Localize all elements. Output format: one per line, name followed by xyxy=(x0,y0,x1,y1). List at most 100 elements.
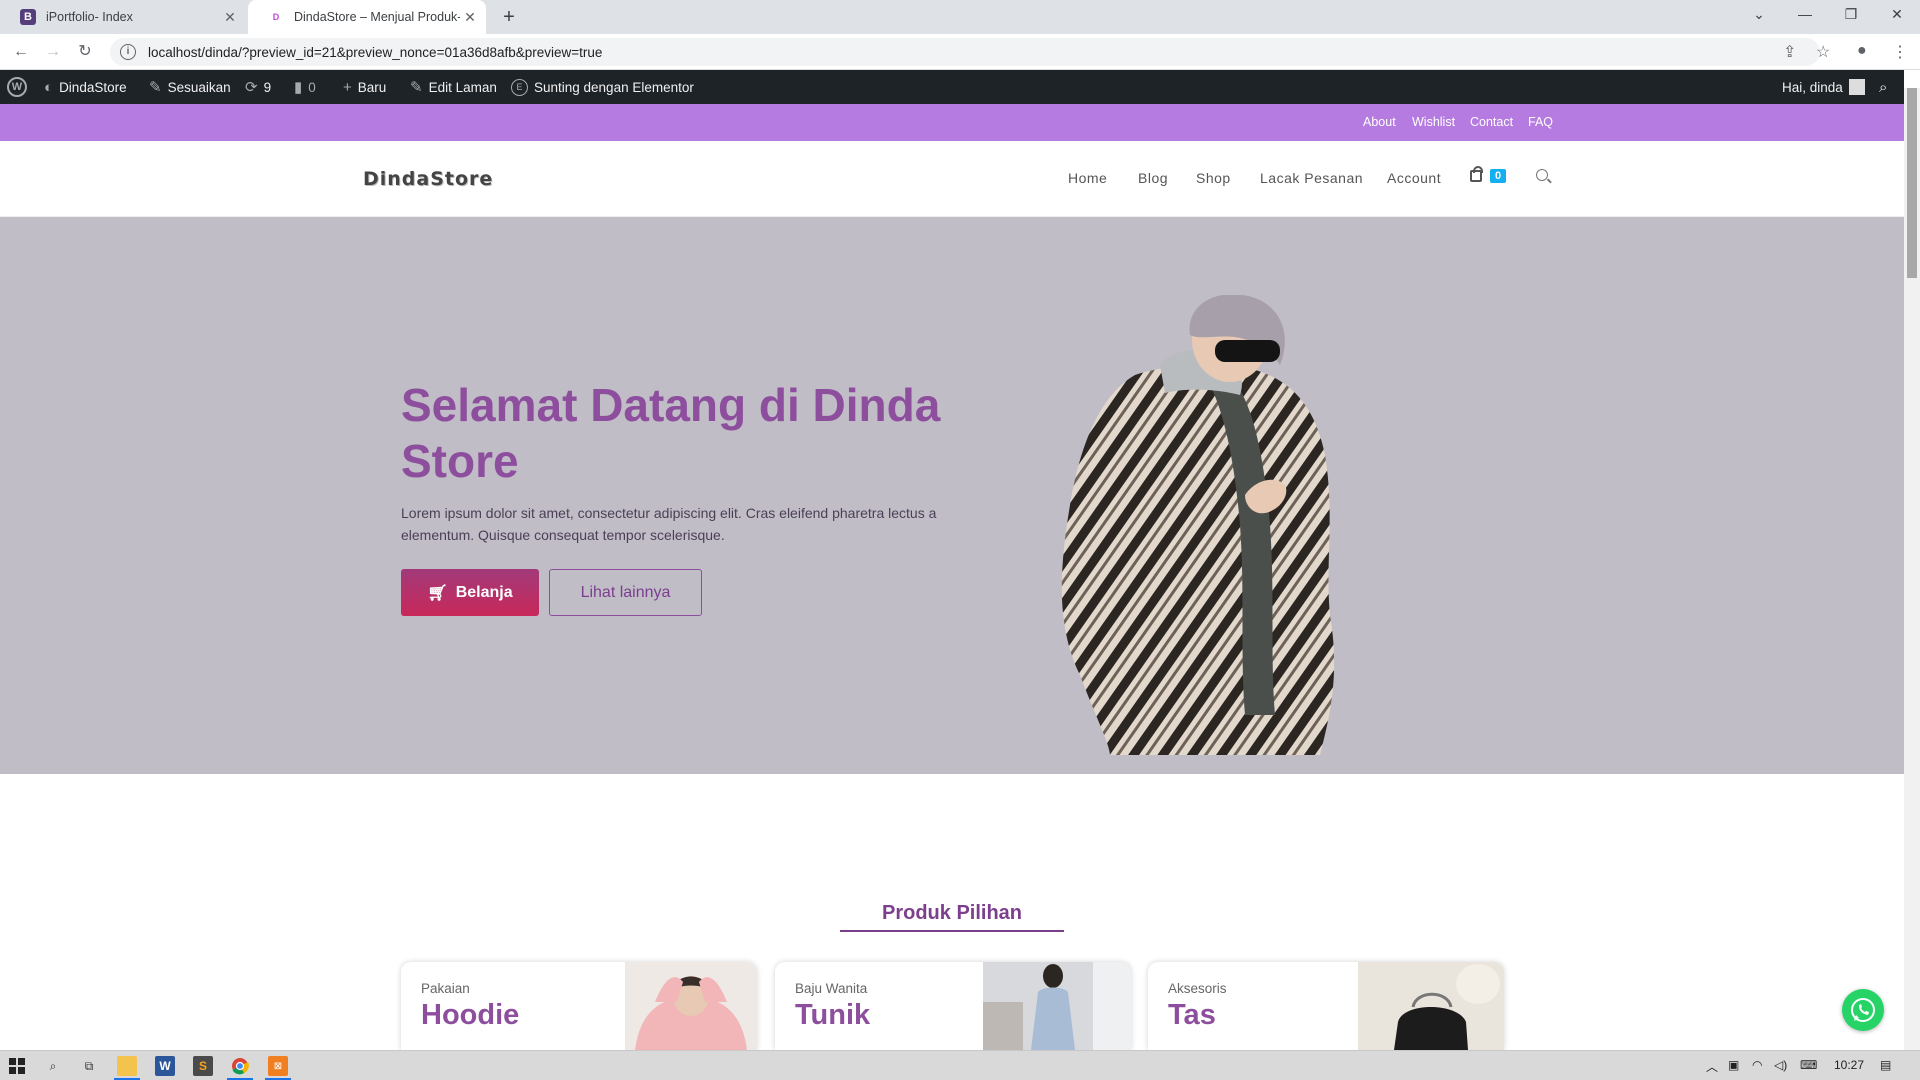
card-category: Pakaian xyxy=(421,981,470,996)
close-window-icon[interactable]: ✕ xyxy=(1874,0,1920,30)
wp-logo-menu[interactable]: W xyxy=(7,70,27,104)
address-bar-row: ← → ↻ i localhost/dinda/?preview_id=21&p… xyxy=(0,34,1920,70)
file-explorer-icon[interactable] xyxy=(117,1056,137,1076)
hero-section: Selamat Datang di Dinda Store Lorem ipsu… xyxy=(0,217,1904,774)
search-icon[interactable] xyxy=(1536,169,1548,181)
browser-tab-iportfolio[interactable]: B iPortfolio- Index ✕ xyxy=(0,0,246,34)
comment-icon: ▮ xyxy=(294,79,303,96)
new-label: Baru xyxy=(357,79,387,95)
menu-item-blog[interactable]: Blog xyxy=(1138,170,1168,186)
site-header: DindaStore Home Blog Shop Lacak Pesanan … xyxy=(0,141,1904,217)
cart-icon: 🛒︎ xyxy=(427,584,448,602)
network-icon[interactable]: ◠ xyxy=(1752,1058,1762,1072)
tab-title: iPortfolio- Index xyxy=(46,10,133,24)
browser-tab-dindastore[interactable]: D DindaStore – Menjual Produk-Pr ✕ xyxy=(248,0,486,34)
site-info-icon[interactable]: i xyxy=(120,44,136,60)
elementor-label: Sunting dengan Elementor xyxy=(534,79,694,95)
wp-elementor-link[interactable]: E Sunting dengan Elementor xyxy=(511,70,694,104)
tab-search-icon[interactable]: ⌄ xyxy=(1736,0,1782,30)
topbar-link-wishlist[interactable]: Wishlist xyxy=(1412,115,1455,129)
scrollbar-thumb[interactable] xyxy=(1907,88,1917,278)
section-title: Produk Pilihan xyxy=(881,902,1023,924)
plus-icon: + xyxy=(343,78,352,96)
tunik-product-image xyxy=(983,962,1131,1050)
menu-item-home[interactable]: Home xyxy=(1068,170,1107,186)
menu-item-lacak-pesanan[interactable]: Lacak Pesanan xyxy=(1260,170,1363,186)
updates-icon: ⟳ xyxy=(245,79,258,96)
page-scrollbar[interactable] xyxy=(1904,88,1920,1050)
wp-site-menu[interactable]: ◐ DindaStore xyxy=(44,70,127,104)
volume-icon[interactable]: ◁) xyxy=(1774,1058,1787,1072)
url-field[interactable]: i localhost/dinda/?preview_id=21&preview… xyxy=(110,38,1820,66)
card-title: Tas xyxy=(1168,999,1216,1031)
restore-icon[interactable]: ❐ xyxy=(1828,0,1874,30)
clock[interactable]: 10:27 xyxy=(1834,1058,1864,1072)
card-title: Hoodie xyxy=(421,999,520,1031)
card-category: Baju Wanita xyxy=(795,981,868,996)
avatar xyxy=(1848,79,1865,95)
menu-kebab-icon[interactable]: ⋮ xyxy=(1892,42,1908,62)
topbar-link-faq[interactable]: FAQ xyxy=(1528,115,1553,129)
lihat-lainnya-button[interactable]: Lihat lainnya xyxy=(549,569,702,616)
site-favicon-icon: D xyxy=(272,12,280,22)
forward-icon[interactable]: → xyxy=(42,41,64,63)
browser-tab-bar: B iPortfolio- Index ✕ D DindaStore – Men… xyxy=(0,0,1920,34)
windows-taskbar: ⌕ ⧉ W S ⊠ ︿ ▣ ◠ ◁) ⌨ 10:27 ▤ xyxy=(0,1050,1920,1080)
back-icon[interactable]: ← xyxy=(10,41,32,63)
topbar-link-about[interactable]: About xyxy=(1363,115,1396,129)
wp-search-icon[interactable]: ⌕ xyxy=(1879,70,1887,104)
close-tab-icon[interactable]: ✕ xyxy=(460,9,480,26)
url-text[interactable]: localhost/dinda/?preview_id=21&preview_n… xyxy=(148,45,602,60)
sublime-text-icon[interactable]: S xyxy=(193,1056,213,1076)
menu-item-shop[interactable]: Shop xyxy=(1196,170,1231,186)
shopping-bag-icon xyxy=(1470,166,1483,182)
comments-count: 0 xyxy=(308,79,316,95)
hero-model-image xyxy=(1061,295,1335,755)
card-category: Aksesoris xyxy=(1168,981,1227,996)
wp-comments-link[interactable]: ▮ 0 xyxy=(294,70,316,104)
chrome-icon[interactable] xyxy=(230,1056,250,1076)
menu-item-account[interactable]: Account xyxy=(1387,170,1441,186)
cart-count-badge: 0 xyxy=(1490,169,1507,183)
card-title: Tunik xyxy=(795,999,871,1031)
whatsapp-button[interactable] xyxy=(1842,989,1884,1031)
minimize-icon[interactable]: — xyxy=(1782,0,1828,30)
wp-updates-link[interactable]: ⟳ 9 xyxy=(245,70,271,104)
notification-icon[interactable]: ▤ xyxy=(1880,1058,1891,1072)
product-card-tas[interactable]: Aksesoris Tas xyxy=(1148,962,1504,1050)
whatsapp-icon xyxy=(1851,998,1875,1022)
reload-icon[interactable]: ↻ xyxy=(74,41,96,63)
share-icon[interactable]: ⇪ xyxy=(1783,42,1796,62)
wp-customize-link[interactable]: ✎ Sesuaikan xyxy=(149,70,231,104)
security-tray-icon[interactable]: ▣ xyxy=(1728,1058,1739,1072)
task-view-icon[interactable]: ⧉ xyxy=(79,1056,99,1076)
tray-expand-icon[interactable]: ︿ xyxy=(1706,1058,1718,1075)
product-card-hoodie[interactable]: Pakaian Hoodie xyxy=(401,962,757,1050)
greeting-label: Hai, dinda xyxy=(1782,79,1843,95)
brush-icon: ✎ xyxy=(149,79,162,96)
site-logo[interactable]: DindaStore xyxy=(363,168,493,190)
bookmark-star-icon[interactable]: ☆ xyxy=(1816,42,1830,62)
wp-edit-page-link[interactable]: ✎ Edit Laman xyxy=(410,70,497,104)
close-tab-icon[interactable]: ✕ xyxy=(220,9,240,26)
word-icon[interactable]: W xyxy=(155,1056,175,1076)
header-cart[interactable]: 0 xyxy=(1470,166,1507,183)
keyboard-icon[interactable]: ⌨ xyxy=(1800,1058,1817,1072)
wp-account-menu[interactable]: Hai, dinda xyxy=(1782,70,1865,104)
top-bar: About Wishlist Contact FAQ xyxy=(0,104,1904,141)
pencil-icon: ✎ xyxy=(410,79,423,96)
edit-label: Edit Laman xyxy=(428,79,497,95)
wp-new-menu[interactable]: + Baru xyxy=(343,70,386,104)
product-card-tunik[interactable]: Baju Wanita Tunik xyxy=(775,962,1131,1050)
hero-description: Lorem ipsum dolor sit amet, consectetur … xyxy=(401,505,937,543)
new-tab-button[interactable]: + xyxy=(496,5,522,31)
tab-title: DindaStore – Menjual Produk-Pr xyxy=(294,10,460,24)
windows-start-icon[interactable] xyxy=(7,1056,27,1076)
profile-icon[interactable]: ● xyxy=(1857,42,1867,60)
elementor-icon: E xyxy=(511,78,528,96)
topbar-link-contact[interactable]: Contact xyxy=(1470,115,1513,129)
xampp-icon[interactable]: ⊠ xyxy=(268,1056,288,1076)
tas-product-image xyxy=(1358,962,1504,1050)
search-taskbar-icon[interactable]: ⌕ xyxy=(43,1056,63,1076)
belanja-button[interactable]: 🛒︎ Belanja xyxy=(401,569,539,616)
